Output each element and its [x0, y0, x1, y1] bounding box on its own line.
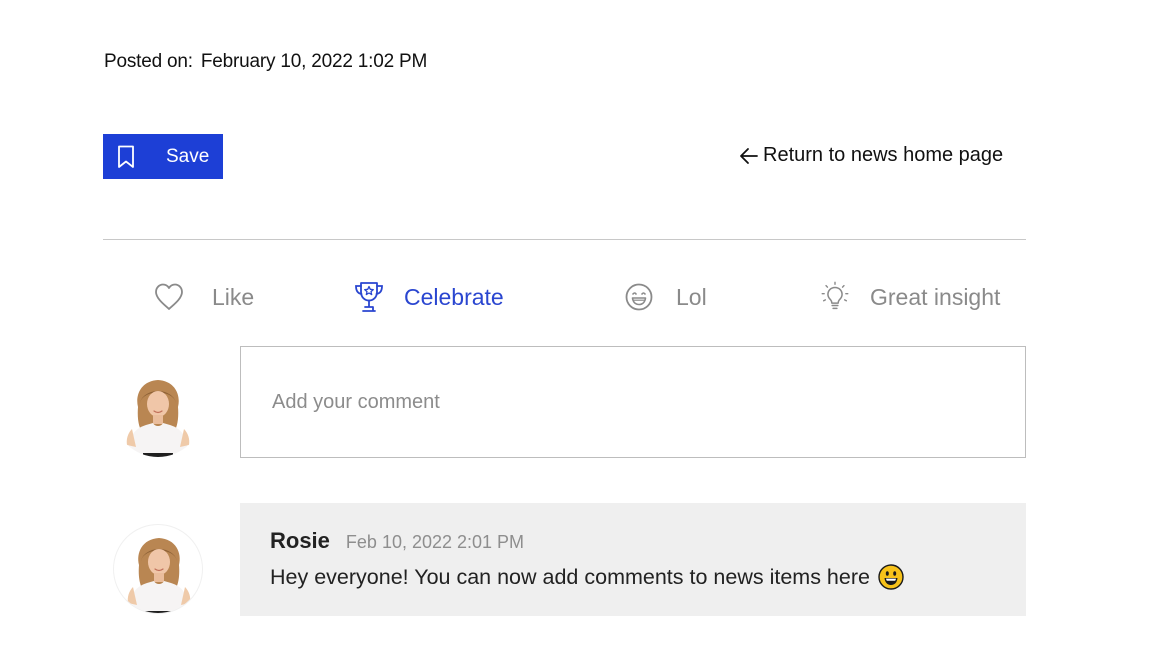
- lightbulb-icon: [818, 280, 852, 314]
- save-label: Save: [166, 145, 210, 167]
- heart-icon: [152, 280, 186, 314]
- comment-item: Rosie Feb 10, 2022 2:01 PM Hey everyone!…: [240, 503, 1026, 616]
- laughing-face-icon: [622, 280, 656, 314]
- reaction-lol-button[interactable]: Lol: [622, 278, 707, 316]
- reaction-celebrate-label: Celebrate: [404, 283, 504, 310]
- return-label: Return to news home page: [763, 144, 1004, 166]
- reaction-celebrate-button[interactable]: Celebrate: [352, 278, 504, 316]
- save-button[interactable]: Save: [103, 134, 223, 179]
- comment-header: Rosie Feb 10, 2022 2:01 PM: [270, 528, 1026, 554]
- return-to-news-link[interactable]: Return to news home page: [739, 144, 1003, 167]
- reaction-like-label: Like: [212, 283, 255, 310]
- reaction-lol-label: Lol: [676, 283, 707, 310]
- posted-on-date: February 10, 2022 1:02 PM: [200, 51, 428, 72]
- arrow-left-icon: [739, 146, 759, 166]
- comment-author: Rosie: [270, 528, 330, 553]
- comment-timestamp: Feb 10, 2022 2:01 PM: [345, 532, 525, 552]
- divider: [103, 239, 1026, 240]
- reaction-great-insight-button[interactable]: Great insight: [818, 278, 1000, 316]
- comment-text: Hey everyone! You can now add comments t…: [270, 564, 870, 589]
- current-user-avatar: [113, 367, 203, 457]
- news-post-page: Posted on: February 10, 2022 1:02 PM Save…: [0, 0, 1169, 649]
- posted-on: Posted on: February 10, 2022 1:02 PM: [104, 51, 427, 73]
- trophy-icon: [352, 280, 386, 314]
- bookmark-icon: [117, 145, 135, 169]
- smiling-face-icon: [878, 564, 904, 590]
- comment-author-avatar: [113, 524, 203, 614]
- reaction-like-button[interactable]: Like: [152, 278, 254, 316]
- comment-input[interactable]: [240, 346, 1026, 458]
- comment-body: Hey everyone! You can now add comments t…: [270, 564, 1026, 590]
- posted-on-label: Posted on:: [104, 51, 193, 72]
- reaction-great-insight-label: Great insight: [870, 283, 1001, 310]
